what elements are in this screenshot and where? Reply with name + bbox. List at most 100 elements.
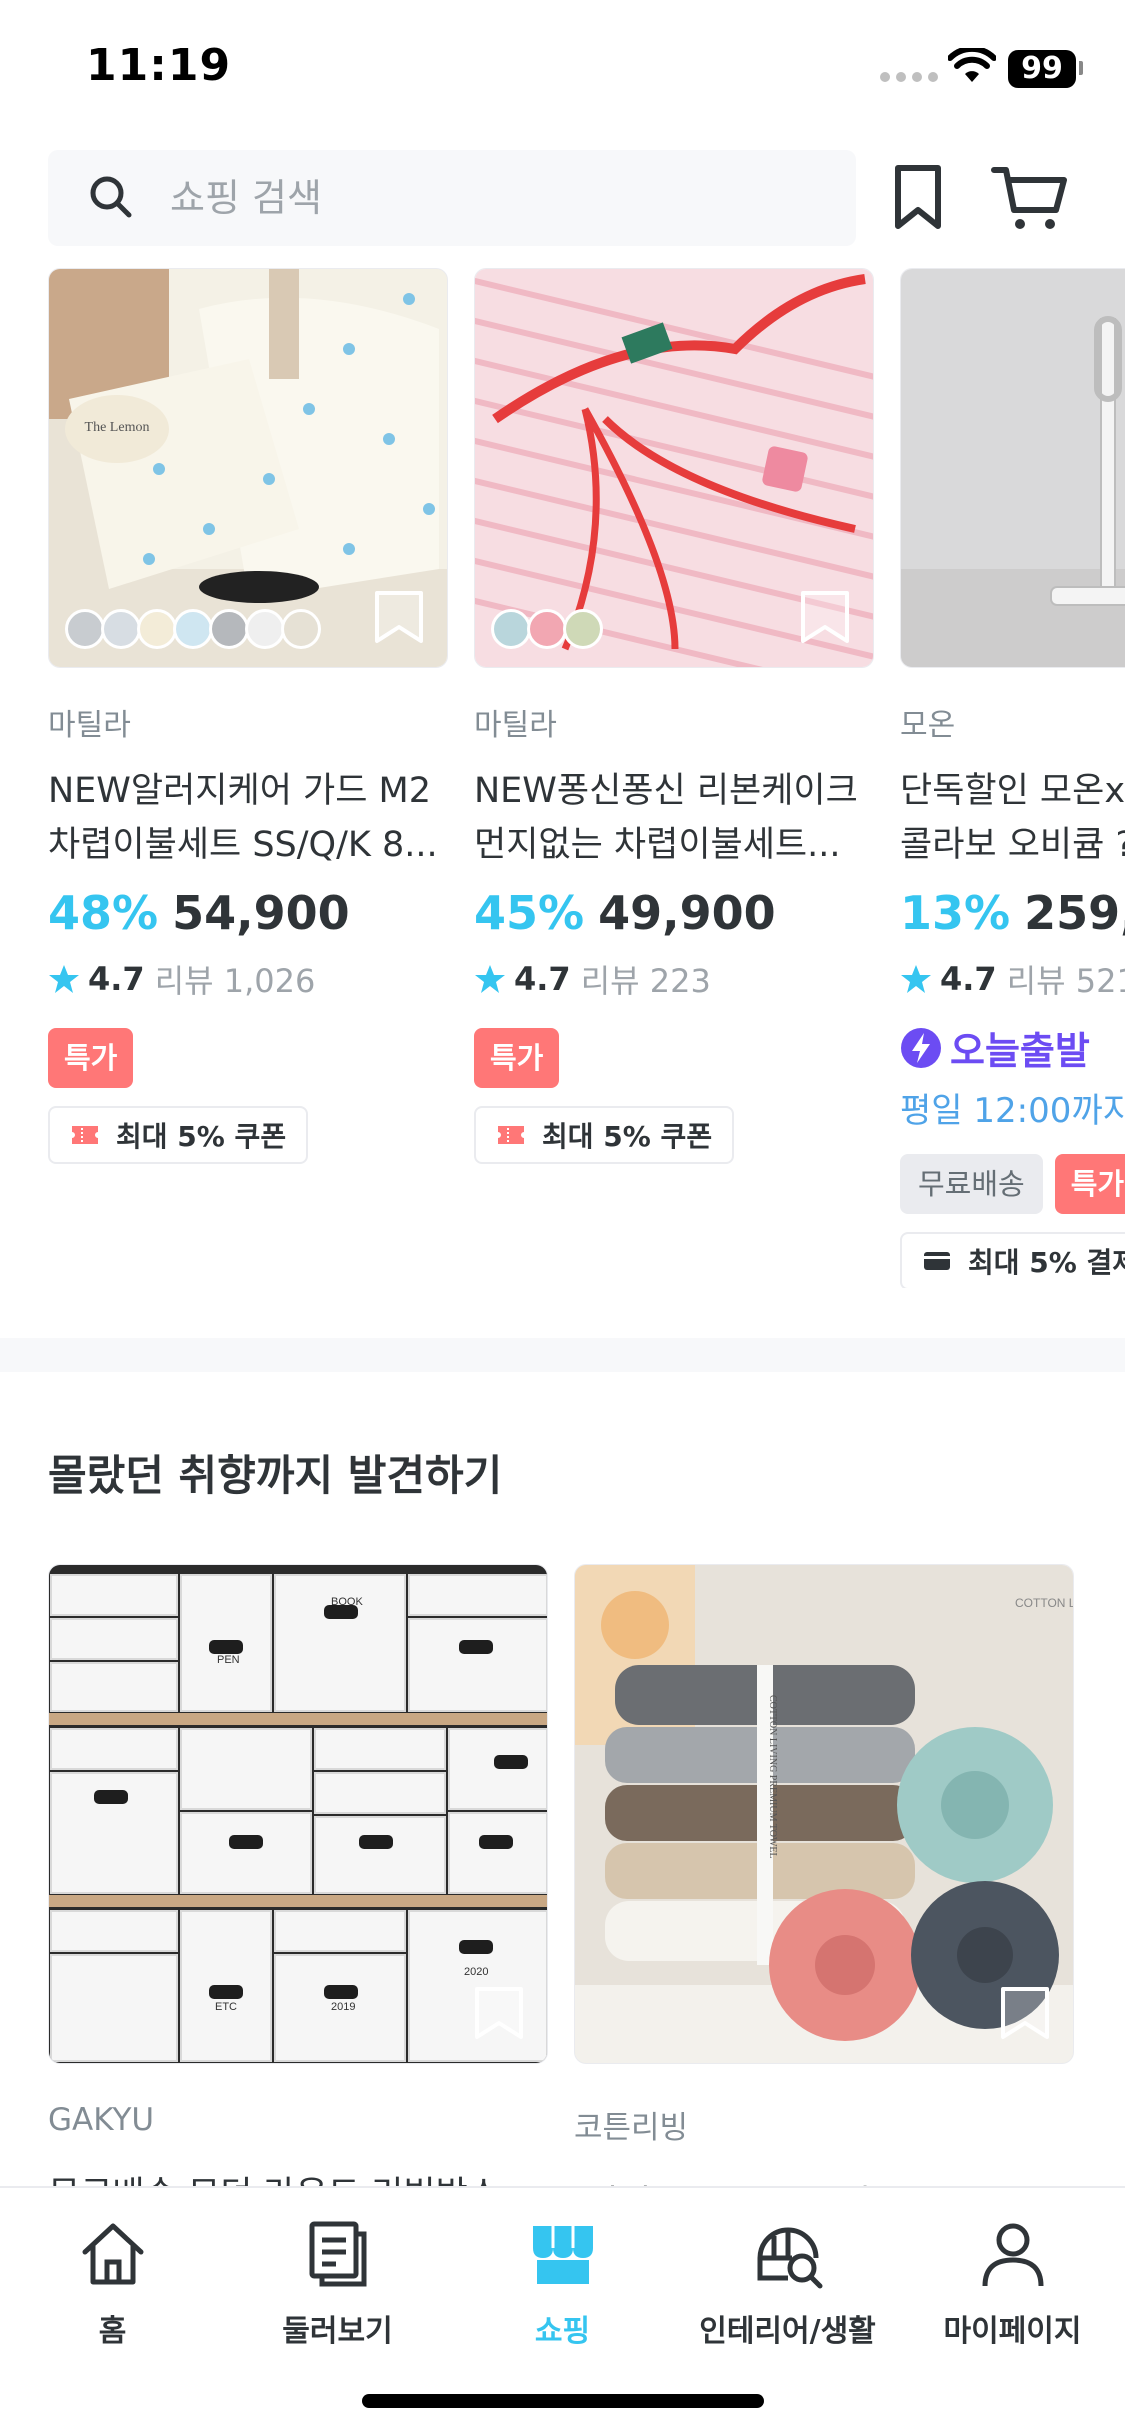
product-image[interactable]: COTTON LIVING PREMIUM TOWEL COTTON LIVIN… xyxy=(574,1564,1074,2064)
product-carousel[interactable]: The Lemon 마틸라 NEW알러지케어 가드 M2 차렵이불세트 SS/Q… xyxy=(0,268,1125,1288)
nav-label: 홈 xyxy=(98,2314,127,2349)
star-icon xyxy=(475,965,505,993)
delivery-deadline: 평일 12:00까지 xyxy=(900,1091,1125,1131)
coupon-badge: 최대 5% 결제 xyxy=(900,1232,1125,1288)
review-count: 리뷰 521 xyxy=(1006,962,1125,1000)
special-badge: 특가 xyxy=(48,1028,134,1088)
battery-icon: 99 xyxy=(1008,50,1076,88)
special-badge: 특가 xyxy=(474,1028,560,1088)
lightning-icon xyxy=(901,1027,941,1068)
product-brand[interactable]: 코튼리빙 xyxy=(574,2102,1074,2147)
price-row: 48% 54,900 xyxy=(48,886,448,940)
product-name-line: 콜라보 오비큠 ? xyxy=(900,825,1125,865)
product-image[interactable] xyxy=(474,268,874,668)
wallet-icon xyxy=(924,1252,950,1270)
product-brand[interactable]: 마틸라 xyxy=(48,706,448,746)
discount-rate: 13% xyxy=(900,886,1011,940)
cotton-living-logo: COTTON LIVING xyxy=(1015,1596,1074,1610)
nav-label: 쇼핑 xyxy=(534,2314,591,2349)
towel-ribbon-label: COTTON LIVING PREMIUM TOWEL xyxy=(767,1695,778,1859)
bookmark-icon[interactable] xyxy=(473,1985,525,2041)
coupon-badge: 최대 5% 쿠폰 xyxy=(474,1106,735,1164)
coupon-icon xyxy=(72,1126,98,1144)
nav-label: 인테리어/생활 xyxy=(699,2314,876,2349)
product-brand[interactable]: GAKYU xyxy=(48,2102,548,2138)
price-row: 45% 49,900 xyxy=(474,886,874,940)
coupon-badge: 최대 5% 쿠폰 xyxy=(48,1106,309,1164)
wifi-icon xyxy=(948,48,996,82)
product-name-line: 단독할인 모온x xyxy=(900,771,1125,811)
price-row: 13% 259,0 xyxy=(900,886,1125,940)
section-title: 몰랐던 취향까지 발견하기 xyxy=(48,1451,503,1500)
discover-card[interactable]: COTTON LIVING PREMIUM TOWEL COTTON LIVIN… xyxy=(574,1564,1074,2226)
star-icon xyxy=(901,965,931,993)
status-time: 11:19 xyxy=(86,40,232,91)
product-name[interactable]: 단독할인 모온x 콜라보 오비큠 ? xyxy=(900,764,1125,872)
nav-browse[interactable]: 둘러보기 xyxy=(225,2218,450,2350)
product-name-line: NEW퐁신퐁신 리본케이크 xyxy=(474,771,858,811)
discover-card[interactable]: BOOK PEN 2020 ETC 2019 GAKYU 무료배송 모던 라운드… xyxy=(48,1564,548,2217)
product-card[interactable]: The Lemon 마틸라 NEW알러지케어 가드 M2 차렵이불세트 SS/Q… xyxy=(48,268,448,1164)
bookmark-icon[interactable] xyxy=(999,1985,1051,2041)
search-input[interactable]: 쇼핑 검색 xyxy=(48,150,856,246)
discount-rate: 48% xyxy=(48,886,159,940)
shop-icon xyxy=(532,2226,593,2284)
discount-rate: 45% xyxy=(474,886,585,940)
coupon-text: 최대 5% 쿠폰 xyxy=(542,1120,713,1153)
search-placeholder: 쇼핑 검색 xyxy=(170,176,322,220)
badge-row: 무료배송 특가 xyxy=(900,1154,1125,1214)
rating-row: 4.7 리뷰 223 xyxy=(474,956,874,1002)
product-name[interactable]: NEW퐁신퐁신 리본케이크 먼지없는 차렵이불세트... xyxy=(474,764,874,872)
home-indicator[interactable] xyxy=(362,2394,764,2408)
interior-icon xyxy=(757,2227,822,2289)
coupon-text: 최대 5% 쿠폰 xyxy=(116,1120,287,1153)
product-card[interactable]: 모온 단독할인 모온x 콜라보 오비큠 ? 13% 259,0 4.7 리뷰 5… xyxy=(900,268,1125,1288)
coupon-text: 최대 5% 결제 xyxy=(968,1246,1125,1279)
color-swatches xyxy=(491,609,603,649)
rating-row: 4.7 리뷰 1,026 xyxy=(48,956,448,1002)
nav-label: 마이페이지 xyxy=(943,2314,1082,2349)
signal-icon xyxy=(880,72,938,82)
product-name-line: 차렵이불세트 SS/Q/K 8... xyxy=(48,825,438,865)
product-card[interactable]: 마틸라 NEW퐁신퐁신 리본케이크 먼지없는 차렵이불세트... 45% 49,… xyxy=(474,268,874,1164)
nav-shop[interactable]: 쇼핑 xyxy=(450,2218,675,2350)
product-image[interactable]: BOOK PEN 2020 ETC 2019 xyxy=(48,1564,548,2064)
browse-icon xyxy=(309,2221,366,2287)
price: 54,900 xyxy=(172,886,350,940)
nav-home[interactable]: 홈 xyxy=(0,2218,225,2350)
status-bar: 11:19 99 xyxy=(0,0,1125,140)
product-image[interactable]: The Lemon xyxy=(48,268,448,668)
nav-interior[interactable]: 인테리어/생활 xyxy=(675,2218,900,2350)
special-badge: 특가 xyxy=(1054,1154,1125,1214)
vacuum-photo xyxy=(901,269,1125,667)
product-brand[interactable]: 모온 xyxy=(900,706,1125,746)
price: 259,0 xyxy=(1024,886,1125,940)
free-shipping-badge: 무료배송 xyxy=(900,1154,1043,1214)
bookmark-icon[interactable] xyxy=(888,160,948,236)
today-delivery-label: 오늘출발 xyxy=(950,1029,1090,1073)
color-swatches xyxy=(65,609,321,649)
product-image[interactable] xyxy=(900,268,1125,668)
home-icon xyxy=(82,2223,143,2285)
product-name-line: NEW알러지케어 가드 M2 xyxy=(48,771,432,811)
review-count: 리뷰 223 xyxy=(580,962,711,1000)
review-count: 리뷰 1,026 xyxy=(154,962,316,1000)
bookmark-icon[interactable] xyxy=(799,589,851,645)
section-divider xyxy=(0,1338,1125,1372)
product-name[interactable]: NEW알러지케어 가드 M2 차렵이불세트 SS/Q/K 8... xyxy=(48,764,448,872)
bookmark-icon[interactable] xyxy=(373,589,425,645)
box-label: 2019 xyxy=(331,2001,355,2013)
product-name-line: 먼지없는 차렵이불세트... xyxy=(474,825,841,865)
nav-label: 둘러보기 xyxy=(282,2314,393,2349)
rating-value: 4.7 xyxy=(940,960,997,998)
box-label: BOOK xyxy=(331,1596,363,1608)
nav-mypage[interactable]: 마이페이지 xyxy=(900,2218,1125,2350)
box-label: 2020 xyxy=(464,1966,488,1978)
cart-icon[interactable] xyxy=(990,160,1070,236)
today-delivery: 오늘출발 xyxy=(900,1020,1125,1075)
battery-tip xyxy=(1079,61,1083,75)
product-brand[interactable]: 마틸라 xyxy=(474,706,874,746)
box-label: PEN xyxy=(217,1654,240,1666)
price: 49,900 xyxy=(598,886,776,940)
box-label: ETC xyxy=(215,2001,237,2013)
